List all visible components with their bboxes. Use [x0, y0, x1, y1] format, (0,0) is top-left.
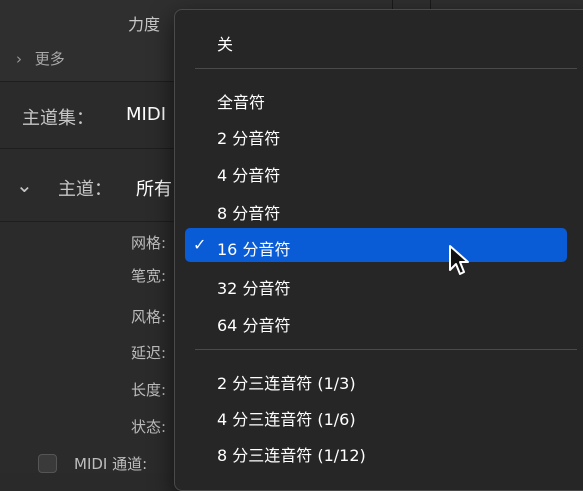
mouse-pointer-icon — [449, 245, 469, 275]
main-set-label: 主道集： — [22, 108, 94, 129]
chevron-down-icon[interactable]: ⌄ — [16, 173, 33, 197]
checkmark-icon: ✓ — [193, 235, 207, 254]
menu-item-eighth-triplet[interactable]: 8 分三连音符 (1/12) — [217, 442, 366, 466]
menu-item-64th-note[interactable]: 64 分音符 — [217, 312, 290, 336]
main-label: 主道： — [58, 179, 112, 200]
main-value[interactable]: 所有 — [136, 175, 172, 201]
menu-item-half-triplet[interactable]: 2 分三连音符 (1/3) — [217, 370, 356, 394]
param-pen-width-label: 笔宽: — [130, 267, 166, 285]
velocity-label: 力度 — [128, 15, 161, 34]
division-popup-menu: 关 全音符 2 分音符 4 分音符 8 分音符 ✓ 16 分音符 32 分音符 … — [174, 9, 583, 491]
menu-separator — [195, 349, 577, 350]
param-delay-label: 延迟: — [130, 344, 166, 362]
chevron-right-icon: › — [16, 50, 22, 68]
more-label: 更多 — [34, 50, 65, 68]
menu-item-quarter-note[interactable]: 4 分音符 — [217, 162, 280, 186]
menu-item-half-note[interactable]: 2 分音符 — [217, 125, 280, 149]
midi-channel-label: MIDI 通道: — [74, 455, 148, 473]
menu-item-sixteenth-note[interactable]: ✓ 16 分音符 — [185, 228, 567, 262]
menu-item-quarter-triplet[interactable]: 4 分三连音符 (1/6) — [217, 406, 356, 430]
midi-channel-checkbox[interactable] — [38, 454, 57, 473]
param-style-label: 风格: — [130, 308, 166, 326]
menu-item-whole-note[interactable]: 全音符 — [217, 89, 265, 113]
menu-item-off[interactable]: 关 — [217, 31, 233, 55]
more-disclosure[interactable]: › 更多 — [16, 48, 65, 69]
param-length-label: 长度: — [130, 381, 166, 399]
param-status-label: 状态: — [130, 418, 166, 436]
menu-item-eighth-note[interactable]: 8 分音符 — [217, 200, 280, 224]
menu-item-label: 16 分音符 — [217, 240, 291, 259]
menu-item-32nd-note[interactable]: 32 分音符 — [217, 275, 290, 299]
menu-separator — [195, 68, 577, 69]
param-grid-label: 网格: — [130, 234, 166, 252]
main-set-value[interactable]: MIDI — [126, 104, 166, 125]
